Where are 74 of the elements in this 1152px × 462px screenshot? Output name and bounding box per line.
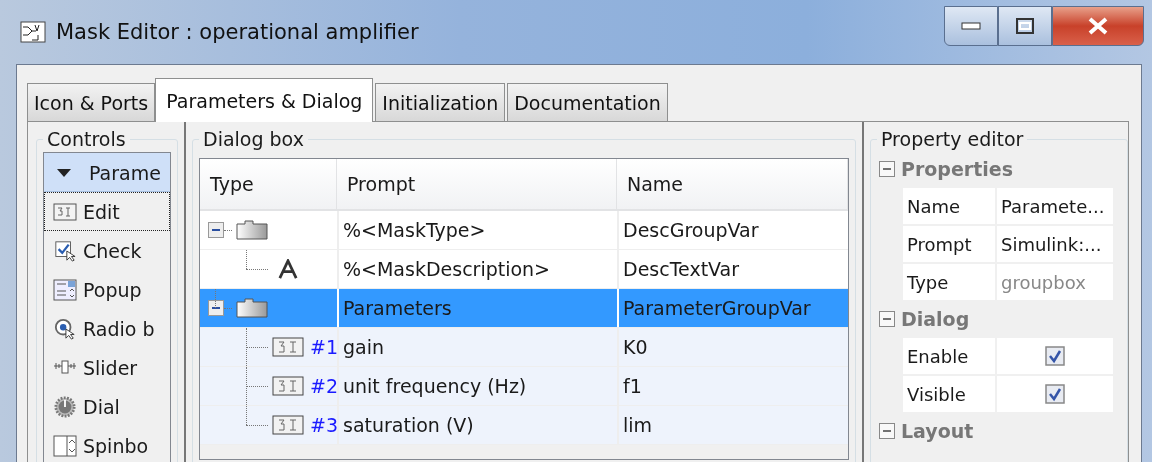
control-item[interactable]: Popup	[44, 270, 170, 309]
tree-row[interactable]: #3 saturation (V) lim	[200, 406, 848, 445]
property-label: Name	[903, 188, 995, 224]
table-cell: lim	[617, 406, 848, 444]
edit-field-icon	[272, 415, 304, 435]
control-label: Radio b	[83, 317, 155, 340]
parameter-index: #1	[310, 336, 338, 358]
column-header[interactable]: Type	[200, 159, 337, 209]
control-label: Popup	[83, 278, 142, 301]
section-title: Dialog	[901, 308, 970, 330]
close-icon	[1087, 17, 1109, 35]
minimize-button[interactable]	[944, 6, 998, 46]
control-item[interactable]: Dial	[44, 387, 170, 426]
property-label: Visible	[903, 376, 995, 412]
minimize-icon	[961, 22, 981, 30]
block-diagram-icon	[20, 21, 46, 43]
group-title: Dialog box	[202, 128, 305, 150]
tab[interactable]: Documentation	[507, 83, 668, 121]
column-header[interactable]: Name	[617, 159, 848, 209]
tab[interactable]: Icon & Ports	[27, 83, 156, 121]
tree-row[interactable]: %<MaskDescription> DescTextVar	[200, 250, 848, 289]
property-value[interactable]: Simulink:...	[997, 226, 1113, 262]
group-title: Controls	[46, 128, 127, 150]
control-label: Dial	[83, 395, 120, 418]
edit-field-icon	[53, 200, 77, 223]
parameter-index: #3	[310, 414, 338, 436]
collapse-icon[interactable]	[208, 222, 224, 238]
edit-field-icon	[272, 376, 304, 396]
control-label: Spinbo	[83, 434, 149, 457]
control-label: Slider	[83, 356, 138, 379]
property-value[interactable]: Paramete...	[997, 188, 1113, 224]
checkbox-cursor-icon	[53, 239, 77, 262]
column-header[interactable]: Prompt	[337, 159, 617, 209]
parameter-index: #2	[310, 375, 338, 397]
property-label: Prompt	[903, 226, 995, 262]
radio-cursor-icon	[53, 317, 77, 340]
control-item[interactable]: Radio b	[44, 309, 170, 348]
section-title: Layout	[901, 420, 974, 442]
control-item[interactable]: Check	[44, 231, 170, 270]
checkbox[interactable]	[1045, 384, 1065, 404]
control-item[interactable]: Parame	[44, 153, 170, 192]
window-title: Mask Editor : operational amplifier	[56, 20, 419, 44]
control-label: Check	[83, 239, 142, 262]
tab[interactable]: Parameters & Dialog	[155, 78, 374, 122]
tree-row[interactable]: #2 unit frequency (Hz) f1	[200, 367, 848, 406]
folder-icon	[236, 220, 268, 240]
collapse-icon[interactable]	[879, 423, 895, 439]
spinbox-icon	[53, 434, 77, 457]
control-item[interactable]: Spinbo	[44, 426, 170, 462]
tab[interactable]: Initialization	[375, 83, 506, 121]
edit-field-icon	[272, 337, 304, 357]
maximize-button[interactable]	[998, 6, 1052, 46]
maximize-icon	[1016, 18, 1034, 34]
table-cell: saturation (V)	[337, 406, 617, 444]
folder-icon	[236, 298, 268, 318]
control-label: Parame	[89, 161, 161, 184]
property-label: Type	[903, 264, 995, 300]
control-label: Edit	[83, 200, 120, 223]
tree-row[interactable]: #1 gain K0	[200, 328, 848, 367]
popup-list-icon	[53, 278, 77, 301]
tree-row[interactable]: %<MaskType> DescGroupVar	[200, 211, 848, 250]
section-title: Properties	[901, 158, 1013, 180]
collapse-icon[interactable]	[879, 161, 895, 177]
tree-row[interactable]: Parameters ParameterGroupVar	[200, 289, 848, 328]
collapse-icon[interactable]	[208, 300, 224, 316]
collapse-triangle-icon[interactable]	[57, 168, 71, 177]
checkbox[interactable]	[1045, 346, 1065, 366]
control-item[interactable]: Edit	[44, 192, 170, 231]
group-title: Property editor	[880, 128, 1025, 150]
control-item[interactable]: Slider	[44, 348, 170, 387]
close-button[interactable]	[1052, 6, 1144, 46]
property-label: Enable	[903, 338, 995, 374]
dial-icon	[53, 395, 77, 418]
collapse-icon[interactable]	[879, 311, 895, 327]
